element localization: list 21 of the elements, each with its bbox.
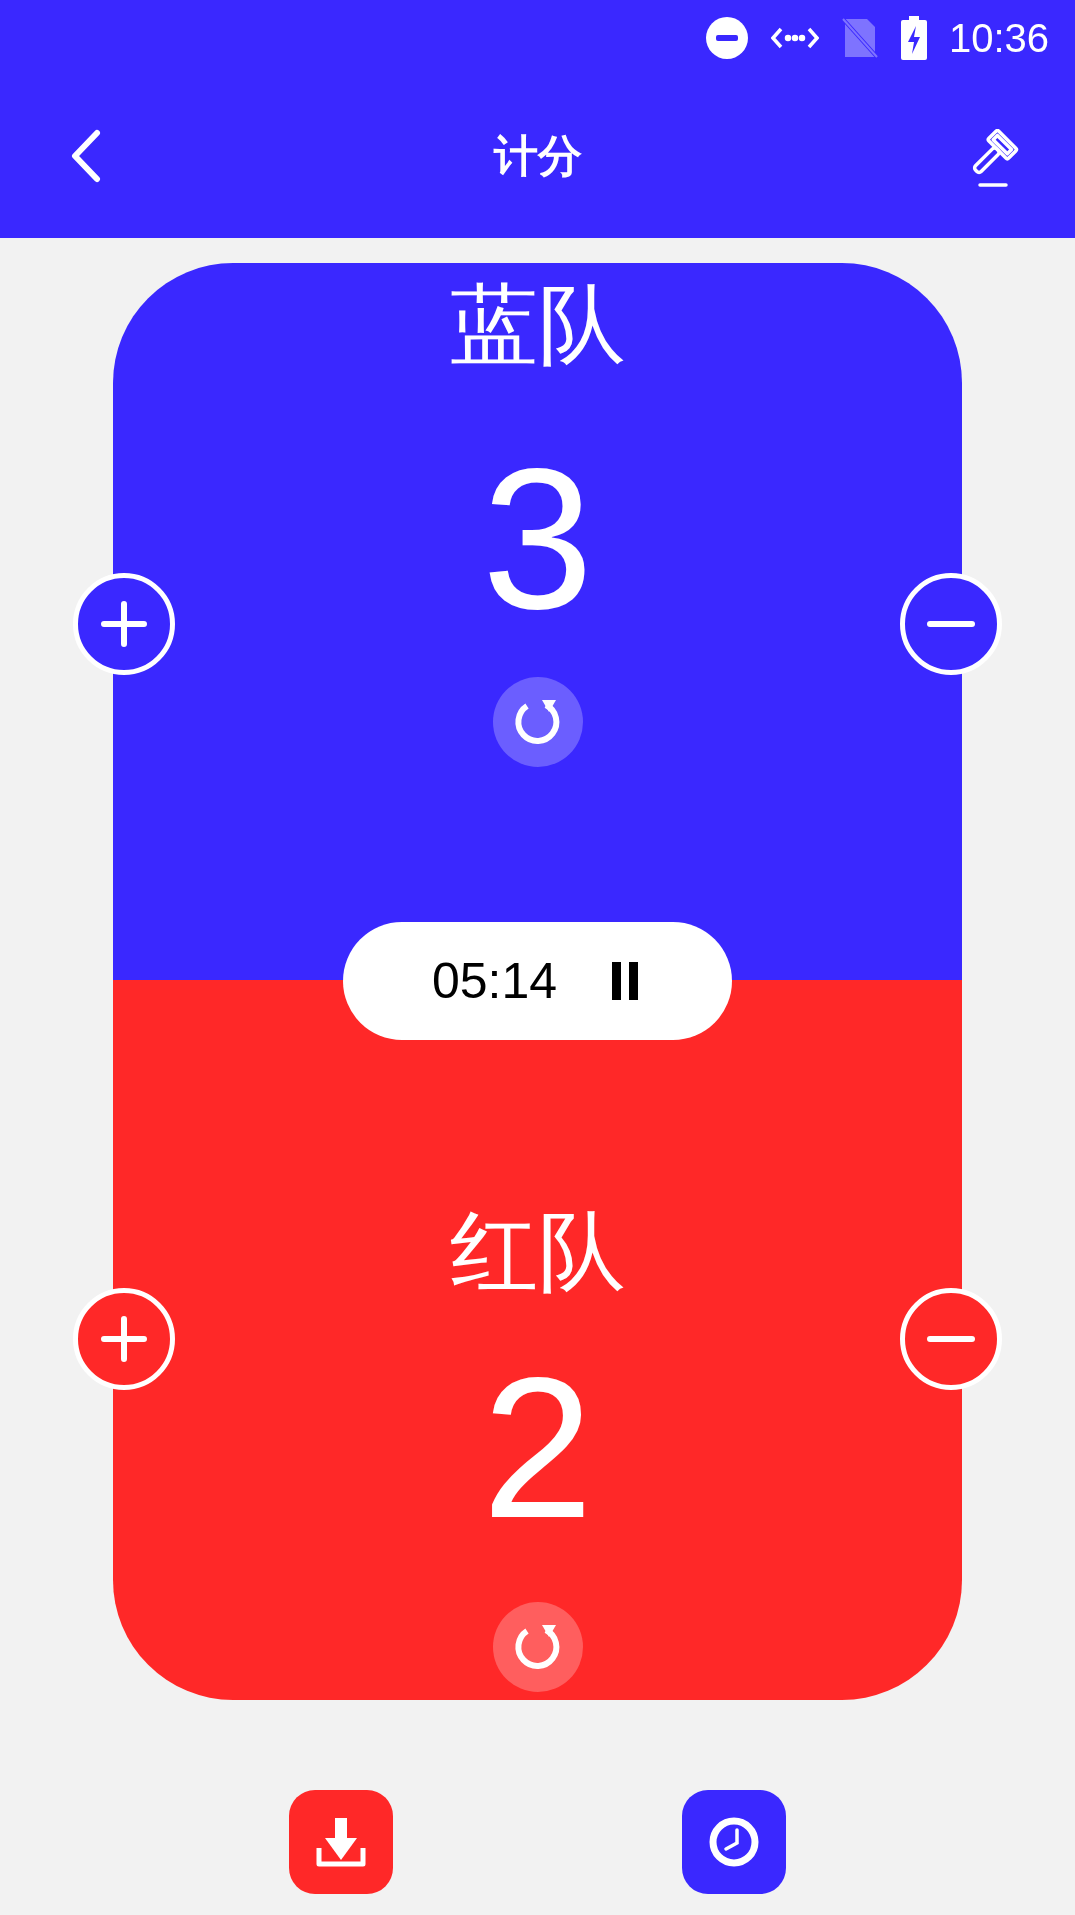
team-name: 红队 [449, 1208, 626, 1296]
score: 3 [481, 439, 594, 639]
team-name: 蓝队 [449, 281, 626, 369]
timer-time: 05:14 [431, 956, 558, 1006]
score: 2 [481, 1348, 594, 1548]
page-title: 计分 [493, 134, 582, 178]
no-sim-icon [840, 17, 879, 59]
download-icon [315, 1816, 367, 1868]
battery-charging-icon [900, 16, 927, 60]
minus-icon [926, 620, 976, 628]
plus-icon [99, 1314, 149, 1364]
do-not-disturb-icon [704, 16, 749, 60]
back-icon [71, 129, 101, 183]
minus-icon [926, 1335, 976, 1343]
history-button[interactable] [682, 1790, 786, 1894]
pause-icon [610, 962, 641, 1000]
status-time: 10:36 [948, 18, 1049, 58]
data-transfer-icon [770, 26, 819, 50]
download-button[interactable] [289, 1790, 393, 1894]
clock-icon [708, 1816, 760, 1868]
plus-icon [99, 599, 149, 649]
